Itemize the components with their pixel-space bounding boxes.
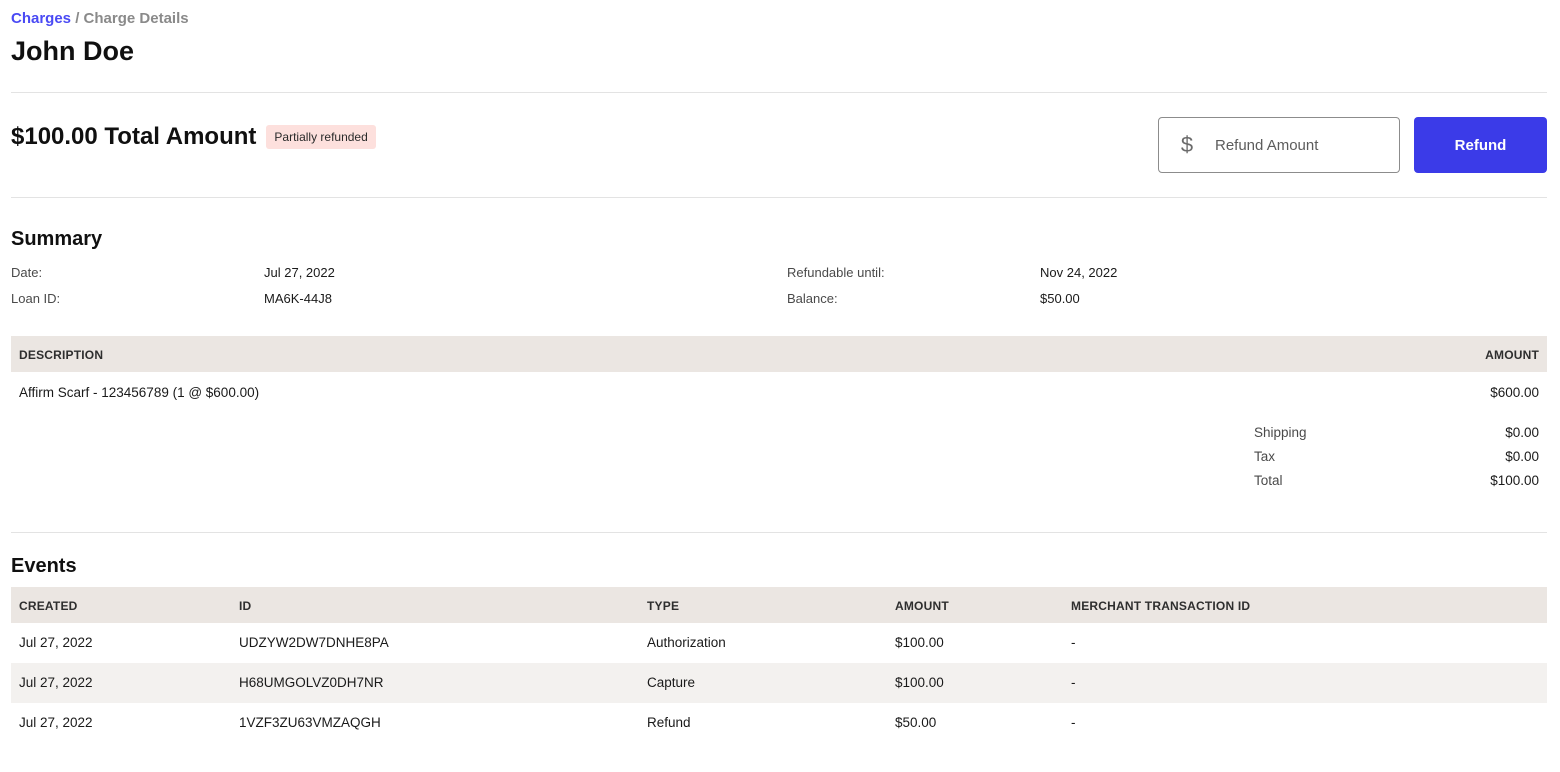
events-title: Events bbox=[11, 555, 77, 577]
event-type: Refund bbox=[647, 715, 691, 730]
shipping-value: $0.00 bbox=[1505, 425, 1539, 440]
tax-value: $0.00 bbox=[1505, 449, 1539, 464]
shipping-label: Shipping bbox=[1254, 425, 1307, 440]
table-row: Jul 27, 2022 H68UMGOLVZ0DH7NR Capture $1… bbox=[11, 663, 1547, 703]
refund-amount-input[interactable] bbox=[1215, 136, 1385, 154]
event-amount: $100.00 bbox=[895, 635, 944, 650]
event-created: Jul 27, 2022 bbox=[19, 715, 93, 730]
date-label: Date: bbox=[11, 265, 43, 280]
total-value: $100.00 bbox=[1490, 473, 1539, 488]
event-id: 1VZF3ZU63VMZAQGH bbox=[239, 715, 381, 730]
loan-id-label: Loan ID: bbox=[11, 291, 61, 306]
status-badge: Partially refunded bbox=[266, 125, 376, 149]
items-table-header: DESCRIPTION AMOUNT bbox=[11, 336, 1547, 372]
event-created: Jul 27, 2022 bbox=[19, 635, 93, 650]
breadcrumb: Charges / Charge Details bbox=[11, 10, 189, 27]
table-row: Jul 27, 2022 UDZYW2DW7DNHE8PA Authorizat… bbox=[11, 623, 1547, 663]
event-amount: $100.00 bbox=[895, 675, 944, 690]
event-type: Capture bbox=[647, 675, 696, 690]
column-header-amount: AMOUNT bbox=[1485, 348, 1539, 362]
item-amount: $600.00 bbox=[1490, 385, 1539, 400]
dollar-icon: $ bbox=[1180, 132, 1194, 157]
event-type: Authorization bbox=[647, 635, 726, 650]
column-header-description: DESCRIPTION bbox=[19, 348, 104, 362]
refundable-until-value: Nov 24, 2022 bbox=[1040, 265, 1118, 280]
breadcrumb-separator: / bbox=[71, 10, 84, 27]
loan-id-value: MA6K-44J8 bbox=[264, 291, 332, 306]
items-divider bbox=[11, 532, 1547, 533]
balance-value: $50.00 bbox=[1040, 291, 1080, 306]
total-amount: $100.00 Total Amount bbox=[11, 123, 257, 150]
refund-amount-field[interactable]: $ bbox=[1158, 117, 1400, 173]
summary-title: Summary bbox=[11, 228, 103, 250]
total-label: Total bbox=[1254, 473, 1283, 488]
event-merchant-transaction-id: - bbox=[1071, 635, 1076, 650]
refundable-until-label: Refundable until: bbox=[787, 265, 885, 280]
event-merchant-transaction-id: - bbox=[1071, 715, 1076, 730]
event-merchant-transaction-id: - bbox=[1071, 675, 1076, 690]
event-created: Jul 27, 2022 bbox=[19, 675, 93, 690]
balance-label: Balance: bbox=[787, 291, 838, 306]
event-amount: $50.00 bbox=[895, 715, 937, 730]
column-header-amount: AMOUNT bbox=[895, 599, 949, 613]
column-header-id: ID bbox=[239, 599, 252, 613]
column-header-created: CREATED bbox=[19, 599, 78, 613]
amount-divider bbox=[11, 197, 1547, 198]
page-title: John Doe bbox=[11, 36, 135, 66]
header-divider bbox=[11, 92, 1547, 93]
event-id: UDZYW2DW7DNHE8PA bbox=[239, 635, 389, 650]
breadcrumb-link-charges[interactable]: Charges bbox=[11, 10, 71, 27]
date-value: Jul 27, 2022 bbox=[264, 265, 335, 280]
refund-button[interactable]: Refund bbox=[1414, 117, 1547, 173]
events-table-header: CREATED ID TYPE AMOUNT MERCHANT TRANSACT… bbox=[11, 587, 1547, 623]
table-row: Jul 27, 2022 1VZF3ZU63VMZAQGH Refund $50… bbox=[11, 703, 1547, 743]
column-header-merchant-transaction-id: MERCHANT TRANSACTION ID bbox=[1071, 599, 1251, 613]
column-header-type: TYPE bbox=[647, 599, 680, 613]
total-amount-row: $100.00 Total Amount Partially refunded bbox=[11, 123, 376, 151]
breadcrumb-current: Charge Details bbox=[83, 10, 189, 27]
event-id: H68UMGOLVZ0DH7NR bbox=[239, 675, 384, 690]
item-description: Affirm Scarf - 123456789 (1 @ $600.00) bbox=[19, 385, 260, 400]
tax-label: Tax bbox=[1254, 449, 1276, 464]
